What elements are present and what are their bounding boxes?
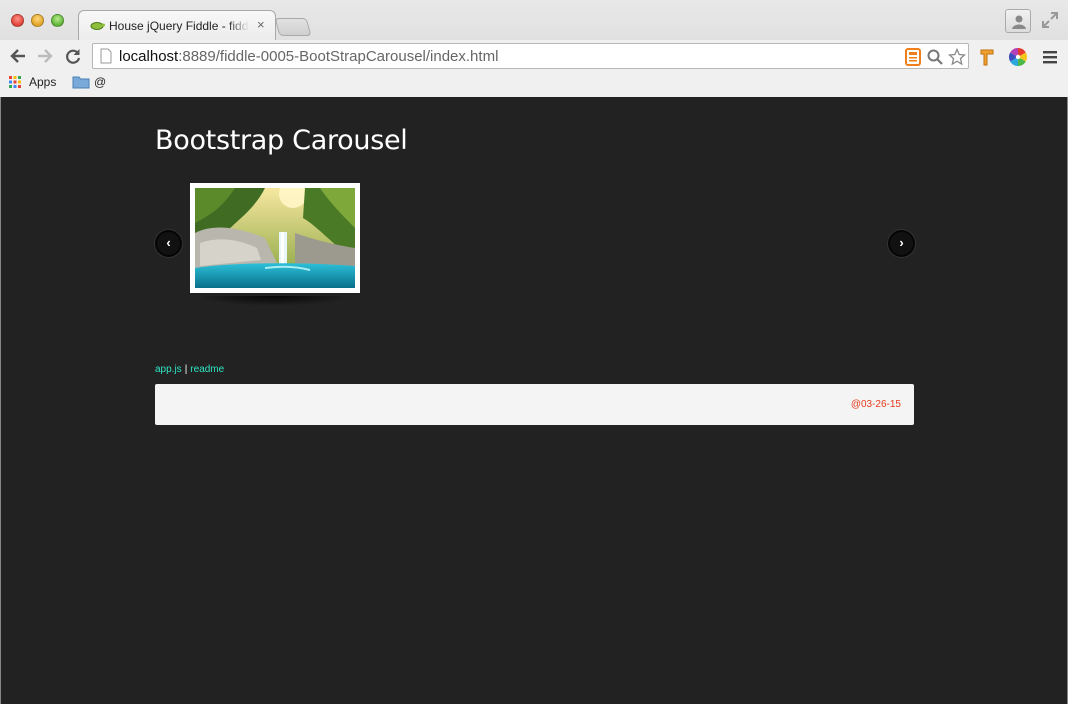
folder-icon[interactable] (72, 75, 90, 89)
back-arrow-icon[interactable] (8, 46, 28, 66)
new-tab-button[interactable] (274, 18, 312, 36)
turtle-favicon-icon (90, 22, 105, 30)
app-js-link[interactable]: app.js (155, 364, 182, 375)
apps-grid-icon[interactable] (9, 76, 21, 88)
carousel-next-button[interactable]: › (888, 230, 915, 257)
profile-button[interactable] (1005, 9, 1031, 33)
tab-title: House jQuery Fiddle - fiddle (109, 19, 249, 33)
navigation-toolbar: localhost:8889/fiddle-0005-BootStrapCaro… (0, 40, 1068, 72)
tab-active[interactable]: House jQuery Fiddle - fiddle × (78, 10, 276, 40)
footer-date: @03-26-15 (850, 399, 901, 410)
forward-arrow-icon[interactable] (35, 46, 55, 66)
bookmark-star-icon[interactable] (948, 48, 966, 66)
page-icon (100, 48, 112, 64)
menu-hamburger-icon[interactable] (1040, 47, 1060, 67)
page-content: Bootstrap Carousel ‹ › app.js | readme @… (0, 97, 1068, 704)
bookmark-apps-label[interactable]: Apps (29, 75, 56, 89)
url-text: localhost:8889/fiddle-0005-BootStrapCaro… (119, 48, 498, 65)
title-bar: House jQuery Fiddle - fiddle × (0, 0, 1068, 40)
footer-links: app.js | readme (155, 364, 224, 375)
bookmark-folder-label[interactable]: @ (94, 75, 106, 89)
carousel-slide[interactable] (190, 183, 360, 293)
minimize-window-button[interactable] (31, 14, 44, 27)
calculator-extension-icon[interactable] (904, 48, 922, 66)
zoom-window-button[interactable] (51, 14, 64, 27)
reload-icon[interactable] (63, 46, 83, 66)
url-host: localhost (119, 48, 179, 65)
hammer-extension-icon[interactable] (978, 47, 998, 67)
readme-link[interactable]: readme (190, 364, 224, 375)
carousel-prev-button[interactable]: ‹ (155, 230, 182, 257)
close-window-button[interactable] (11, 14, 24, 27)
fullscreen-icon[interactable] (1041, 11, 1059, 29)
slide-shadow (198, 296, 352, 306)
bookmarks-bar: Apps @ (0, 72, 1068, 97)
browser-chrome: House jQuery Fiddle - fiddle × localhost… (0, 0, 1068, 97)
zoom-magnifier-icon[interactable] (926, 48, 944, 66)
url-path: :8889/fiddle-0005-BootStrapCarousel/inde… (178, 48, 499, 65)
person-icon (1012, 15, 1026, 29)
tab-close-icon[interactable]: × (257, 17, 265, 32)
address-bar[interactable]: localhost:8889/fiddle-0005-BootStrapCaro… (92, 43, 969, 69)
page-title: Bootstrap Carousel (155, 125, 408, 156)
color-wheel-extension-icon[interactable] (1008, 47, 1028, 67)
link-separator: | (184, 364, 188, 375)
waterfall-image (195, 188, 355, 288)
footer-bar: @03-26-15 (155, 384, 914, 425)
